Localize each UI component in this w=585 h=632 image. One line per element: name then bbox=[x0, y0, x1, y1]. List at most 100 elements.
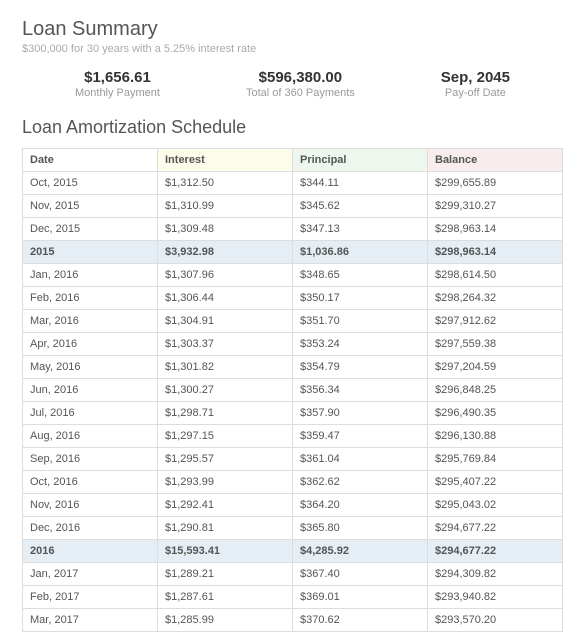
cell-interest: $1,285.99 bbox=[158, 609, 293, 632]
table-row: Jun, 2016$1,300.27$356.34$296,848.25 bbox=[23, 379, 563, 402]
cell-balance: $298,614.50 bbox=[428, 264, 563, 287]
metric-total-payments: $596,380.00 Total of 360 Payments bbox=[246, 69, 355, 99]
cell-date: Dec, 2016 bbox=[23, 517, 158, 540]
cell-principal: $357.90 bbox=[293, 402, 428, 425]
cell-interest: $1,306.44 bbox=[158, 287, 293, 310]
cell-principal: $345.62 bbox=[293, 195, 428, 218]
table-summary-row: 2015$3,932.98$1,036.86$298,963.14 bbox=[23, 241, 563, 264]
cell-principal: $350.17 bbox=[293, 287, 428, 310]
cell-principal: $344.11 bbox=[293, 172, 428, 195]
cell-balance: $298,264.32 bbox=[428, 287, 563, 310]
cell-date: Feb, 2017 bbox=[23, 586, 158, 609]
cell-date: Sep, 2016 bbox=[23, 448, 158, 471]
cell-principal: $356.34 bbox=[293, 379, 428, 402]
metric-value: Sep, 2045 bbox=[441, 69, 510, 86]
cell-interest: $3,932.98 bbox=[158, 241, 293, 264]
page-title: Loan Summary bbox=[22, 18, 563, 41]
cell-principal: $351.70 bbox=[293, 310, 428, 333]
cell-date: May, 2016 bbox=[23, 356, 158, 379]
cell-balance: $294,677.22 bbox=[428, 517, 563, 540]
table-row: Mar, 2016$1,304.91$351.70$297,912.62 bbox=[23, 310, 563, 333]
cell-balance: $296,848.25 bbox=[428, 379, 563, 402]
cell-principal: $367.40 bbox=[293, 563, 428, 586]
cell-principal: $370.62 bbox=[293, 609, 428, 632]
cell-interest: $1,295.57 bbox=[158, 448, 293, 471]
metric-monthly-payment: $1,656.61 Monthly Payment bbox=[75, 69, 160, 99]
cell-principal: $347.13 bbox=[293, 218, 428, 241]
cell-balance: $294,677.22 bbox=[428, 540, 563, 563]
cell-interest: $1,300.27 bbox=[158, 379, 293, 402]
cell-balance: $299,655.89 bbox=[428, 172, 563, 195]
page-subtitle: $300,000 for 30 years with a 5.25% inter… bbox=[22, 43, 563, 55]
cell-balance: $295,407.22 bbox=[428, 471, 563, 494]
cell-interest: $1,293.99 bbox=[158, 471, 293, 494]
cell-interest: $15,593.41 bbox=[158, 540, 293, 563]
table-row: May, 2016$1,301.82$354.79$297,204.59 bbox=[23, 356, 563, 379]
cell-balance: $299,310.27 bbox=[428, 195, 563, 218]
table-row: Oct, 2015$1,312.50$344.11$299,655.89 bbox=[23, 172, 563, 195]
cell-balance: $296,490.35 bbox=[428, 402, 563, 425]
cell-date: Feb, 2016 bbox=[23, 287, 158, 310]
table-row: Feb, 2017$1,287.61$369.01$293,940.82 bbox=[23, 586, 563, 609]
cell-date: Apr, 2016 bbox=[23, 333, 158, 356]
cell-principal: $4,285.92 bbox=[293, 540, 428, 563]
cell-balance: $294,309.82 bbox=[428, 563, 563, 586]
cell-balance: $293,570.20 bbox=[428, 609, 563, 632]
cell-interest: $1,287.61 bbox=[158, 586, 293, 609]
cell-principal: $364.20 bbox=[293, 494, 428, 517]
table-header-row: Date Interest Principal Balance bbox=[23, 149, 563, 172]
metric-label: Monthly Payment bbox=[75, 87, 160, 99]
cell-interest: $1,292.41 bbox=[158, 494, 293, 517]
cell-date: Jan, 2017 bbox=[23, 563, 158, 586]
cell-date: Oct, 2016 bbox=[23, 471, 158, 494]
table-row: Feb, 2016$1,306.44$350.17$298,264.32 bbox=[23, 287, 563, 310]
cell-balance: $296,130.88 bbox=[428, 425, 563, 448]
table-row: Aug, 2016$1,297.15$359.47$296,130.88 bbox=[23, 425, 563, 448]
cell-date: Oct, 2015 bbox=[23, 172, 158, 195]
amortization-table: Date Interest Principal Balance Oct, 201… bbox=[22, 148, 563, 632]
cell-balance: $298,963.14 bbox=[428, 218, 563, 241]
cell-balance: $295,769.84 bbox=[428, 448, 563, 471]
cell-date: Mar, 2017 bbox=[23, 609, 158, 632]
cell-balance: $295,043.02 bbox=[428, 494, 563, 517]
cell-balance: $297,559.38 bbox=[428, 333, 563, 356]
cell-date: Nov, 2016 bbox=[23, 494, 158, 517]
cell-balance: $297,912.62 bbox=[428, 310, 563, 333]
cell-interest: $1,301.82 bbox=[158, 356, 293, 379]
cell-interest: $1,309.48 bbox=[158, 218, 293, 241]
cell-principal: $369.01 bbox=[293, 586, 428, 609]
cell-balance: $293,940.82 bbox=[428, 586, 563, 609]
metric-label: Total of 360 Payments bbox=[246, 87, 355, 99]
cell-date: Aug, 2016 bbox=[23, 425, 158, 448]
cell-interest: $1,298.71 bbox=[158, 402, 293, 425]
table-row: Jul, 2016$1,298.71$357.90$296,490.35 bbox=[23, 402, 563, 425]
cell-principal: $1,036.86 bbox=[293, 241, 428, 264]
table-row: Jan, 2017$1,289.21$367.40$294,309.82 bbox=[23, 563, 563, 586]
table-row: Oct, 2016$1,293.99$362.62$295,407.22 bbox=[23, 471, 563, 494]
cell-date: 2016 bbox=[23, 540, 158, 563]
cell-date: Jul, 2016 bbox=[23, 402, 158, 425]
metric-value: $1,656.61 bbox=[75, 69, 160, 86]
table-row: Dec, 2016$1,290.81$365.80$294,677.22 bbox=[23, 517, 563, 540]
cell-date: Jan, 2016 bbox=[23, 264, 158, 287]
metrics-row: $1,656.61 Monthly Payment $596,380.00 To… bbox=[22, 69, 563, 99]
table-row: Jan, 2016$1,307.96$348.65$298,614.50 bbox=[23, 264, 563, 287]
cell-principal: $348.65 bbox=[293, 264, 428, 287]
cell-interest: $1,307.96 bbox=[158, 264, 293, 287]
cell-balance: $298,963.14 bbox=[428, 241, 563, 264]
cell-principal: $365.80 bbox=[293, 517, 428, 540]
cell-date: Mar, 2016 bbox=[23, 310, 158, 333]
metric-value: $596,380.00 bbox=[246, 69, 355, 86]
cell-interest: $1,297.15 bbox=[158, 425, 293, 448]
cell-principal: $359.47 bbox=[293, 425, 428, 448]
table-row: Nov, 2015$1,310.99$345.62$299,310.27 bbox=[23, 195, 563, 218]
cell-interest: $1,304.91 bbox=[158, 310, 293, 333]
cell-principal: $362.62 bbox=[293, 471, 428, 494]
table-summary-row: 2016$15,593.41$4,285.92$294,677.22 bbox=[23, 540, 563, 563]
cell-principal: $361.04 bbox=[293, 448, 428, 471]
cell-balance: $297,204.59 bbox=[428, 356, 563, 379]
table-row: Apr, 2016$1,303.37$353.24$297,559.38 bbox=[23, 333, 563, 356]
cell-date: 2015 bbox=[23, 241, 158, 264]
table-row: Sep, 2016$1,295.57$361.04$295,769.84 bbox=[23, 448, 563, 471]
cell-principal: $354.79 bbox=[293, 356, 428, 379]
